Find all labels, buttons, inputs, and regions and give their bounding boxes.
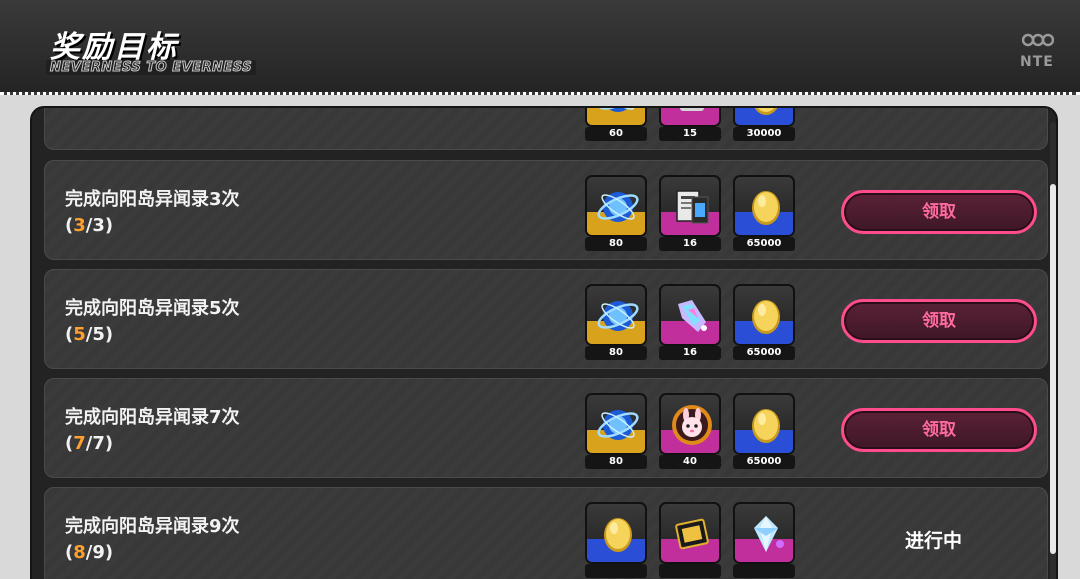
goal-progress-current: 5 bbox=[73, 324, 86, 345]
reward-quantity bbox=[733, 564, 795, 578]
reward-frame bbox=[659, 108, 721, 127]
reward-frame bbox=[733, 502, 795, 564]
reward-frame bbox=[585, 393, 647, 455]
goal-progress-total: 7 bbox=[92, 433, 105, 454]
goal-row: 完成向阳岛异闻录5次 (5/5) 80 16 65000 领取 bbox=[44, 269, 1048, 369]
scrollbar-thumb[interactable] bbox=[1050, 184, 1056, 554]
orb-icon bbox=[594, 292, 642, 340]
reward-frame bbox=[659, 502, 721, 564]
goal-progress: (3/3) bbox=[65, 215, 114, 236]
reward-slot[interactable]: 65000 bbox=[733, 284, 795, 360]
bunny-badge-icon bbox=[668, 401, 716, 449]
rings-icon bbox=[1022, 33, 1054, 47]
reward-quantity: 80 bbox=[585, 237, 647, 251]
reward-quantity: 65000 bbox=[733, 455, 795, 469]
claim-button[interactable]: 领取 bbox=[841, 299, 1037, 343]
reward-slot[interactable]: 30000 bbox=[733, 108, 795, 141]
goal-progress-current: 7 bbox=[73, 433, 86, 454]
claim-button[interactable]: 领取 bbox=[841, 408, 1037, 452]
shard-icon bbox=[668, 292, 716, 340]
reward-slot[interactable]: 80 bbox=[585, 175, 647, 251]
reward-quantity: 30000 bbox=[733, 127, 795, 141]
goals-panel: (1/1)601530000领取完成向阳岛异闻录3次(3/3)801665000… bbox=[30, 106, 1058, 579]
goals-list[interactable]: (1/1)601530000领取完成向阳岛异闻录3次(3/3)801665000… bbox=[32, 108, 1056, 579]
reward-slot[interactable] bbox=[659, 502, 721, 578]
in-progress-status: 进行中 bbox=[905, 530, 963, 552]
orb-icon bbox=[594, 401, 642, 449]
reward-quantity: 80 bbox=[585, 346, 647, 360]
reward-frame bbox=[659, 175, 721, 237]
brand-logo: NTE bbox=[1020, 32, 1056, 74]
goal-progress-current: 8 bbox=[73, 542, 86, 563]
reward-frame bbox=[585, 175, 647, 237]
reward-quantity: 65000 bbox=[733, 237, 795, 251]
goal-progress: (8/9) bbox=[65, 542, 114, 563]
reward-quantity: 15 bbox=[659, 127, 721, 141]
reward-slot[interactable]: 65000 bbox=[733, 175, 795, 251]
coin-icon bbox=[742, 108, 790, 121]
reward-slot[interactable] bbox=[585, 502, 647, 578]
item-icon bbox=[668, 108, 716, 121]
goal-title: 完成向阳岛异闻录7次 bbox=[65, 407, 240, 428]
card-icon bbox=[668, 510, 716, 558]
scrollbar[interactable] bbox=[1050, 122, 1056, 579]
reward-quantity bbox=[659, 564, 721, 578]
crystal-icon bbox=[742, 510, 790, 558]
reward-slot[interactable] bbox=[733, 502, 795, 578]
coin-icon bbox=[742, 183, 790, 231]
goal-progress-total: 9 bbox=[92, 542, 105, 563]
orb-icon bbox=[594, 183, 642, 231]
reward-frame bbox=[733, 108, 795, 127]
reward-quantity: 16 bbox=[659, 346, 721, 360]
goal-title: 完成向阳岛异闻录9次 bbox=[65, 516, 240, 537]
orb-icon bbox=[594, 108, 642, 121]
reward-slot[interactable]: 16 bbox=[659, 175, 721, 251]
reward-slot[interactable]: 60 bbox=[585, 108, 647, 141]
goal-title: 完成向阳岛异闻录5次 bbox=[65, 298, 240, 319]
goal-progress-current: 3 bbox=[73, 215, 86, 236]
header-bar: 奖励目标 NEVERNESS TO EVERNESS NTE bbox=[0, 0, 1080, 95]
reward-slot[interactable]: 15 bbox=[659, 108, 721, 141]
coin-icon bbox=[742, 401, 790, 449]
page-subtitle: NEVERNESS TO EVERNESS bbox=[46, 60, 257, 76]
goal-progress: (7/7) bbox=[65, 433, 114, 454]
reward-slot[interactable]: 65000 bbox=[733, 393, 795, 469]
goal-title: 完成向阳岛异闻录3次 bbox=[65, 189, 240, 210]
reward-frame bbox=[733, 393, 795, 455]
reward-slot[interactable]: 40 bbox=[659, 393, 721, 469]
reward-slot[interactable]: 80 bbox=[585, 393, 647, 469]
document-icon bbox=[668, 183, 716, 231]
goal-row: 完成向阳岛异闻录7次 (7/7) 80 40 65000 领取 bbox=[44, 378, 1048, 478]
reward-frame bbox=[733, 284, 795, 346]
claim-button[interactable]: 领取 bbox=[841, 190, 1037, 234]
goal-row: 完成向阳岛异闻录9次 (8/9) 进行中 bbox=[44, 487, 1048, 579]
reward-frame bbox=[733, 175, 795, 237]
reward-quantity bbox=[585, 564, 647, 578]
reward-quantity: 40 bbox=[659, 455, 721, 469]
goal-row: 完成向阳岛异闻录3次 (3/3) 80 16 65000 领取 bbox=[44, 160, 1048, 260]
reward-frame bbox=[585, 108, 647, 127]
coin-icon bbox=[594, 510, 642, 558]
reward-frame bbox=[585, 284, 647, 346]
coin-icon bbox=[742, 292, 790, 340]
reward-quantity: 16 bbox=[659, 237, 721, 251]
reward-frame bbox=[659, 393, 721, 455]
goal-progress-total: 5 bbox=[92, 324, 105, 345]
reward-frame bbox=[585, 502, 647, 564]
reward-quantity: 80 bbox=[585, 455, 647, 469]
goal-progress: (5/5) bbox=[65, 324, 114, 345]
reward-quantity: 60 bbox=[585, 127, 647, 141]
brand-logo-text: NTE bbox=[1020, 54, 1054, 70]
goal-row: (1/1)601530000领取 bbox=[44, 108, 1048, 150]
goal-progress-total: 3 bbox=[92, 215, 105, 236]
reward-frame bbox=[659, 284, 721, 346]
reward-slot[interactable]: 80 bbox=[585, 284, 647, 360]
reward-slot[interactable]: 16 bbox=[659, 284, 721, 360]
reward-quantity: 65000 bbox=[733, 346, 795, 360]
